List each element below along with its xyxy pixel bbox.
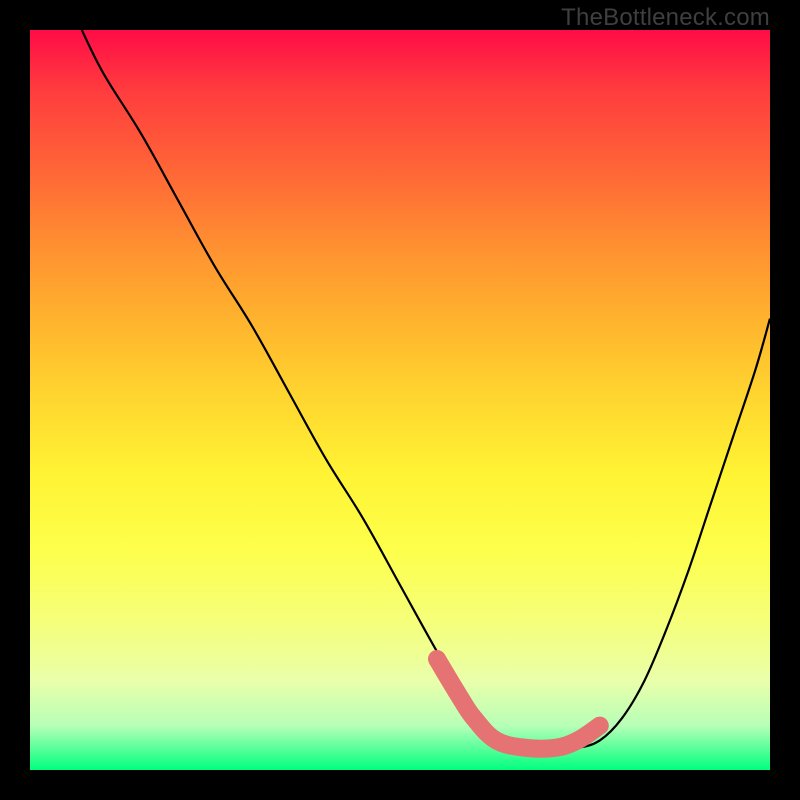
watermark-text: TheBottleneck.com [561,4,770,32]
optimal-range-marker [30,30,770,770]
chart-plot-area [30,30,770,770]
